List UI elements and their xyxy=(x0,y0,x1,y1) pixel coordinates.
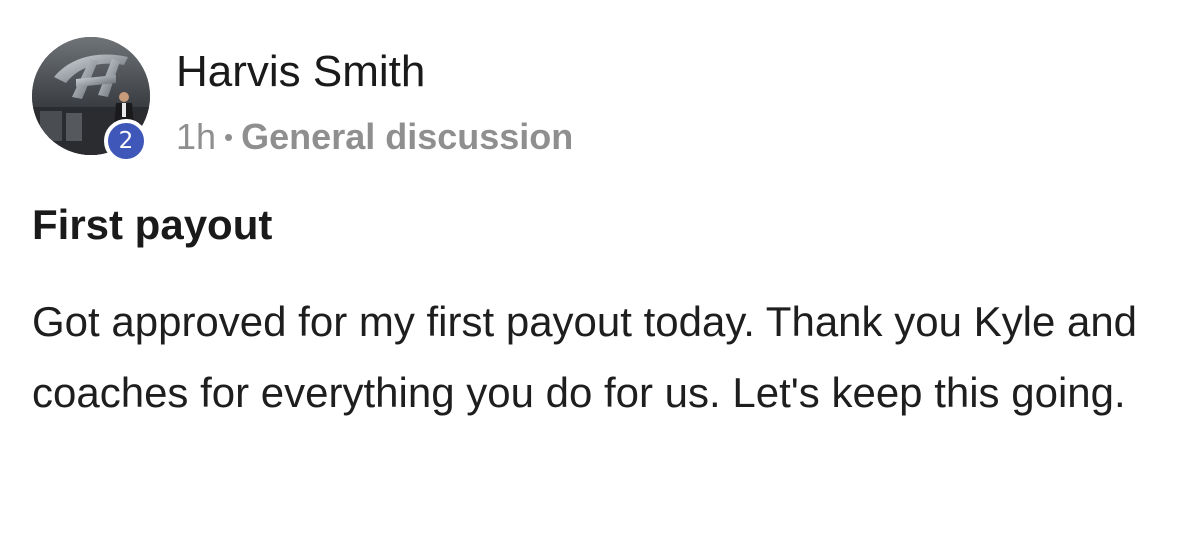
level-badge: 2 xyxy=(104,119,148,163)
meta-separator: • xyxy=(224,122,234,152)
community-post: 2 Harvis Smith 1h • General discussion Fir… xyxy=(0,0,1179,544)
post-title: First payout xyxy=(32,201,273,248)
post-time: 1h xyxy=(176,116,217,157)
post-body: Got approved for my first payout today. … xyxy=(32,298,1138,416)
post-meta: 1h • General discussion xyxy=(176,114,573,160)
author-avatar[interactable]: 2 xyxy=(32,37,150,163)
category-link[interactable]: General discussion xyxy=(241,116,573,157)
author-name[interactable]: Harvis Smith xyxy=(176,44,425,100)
